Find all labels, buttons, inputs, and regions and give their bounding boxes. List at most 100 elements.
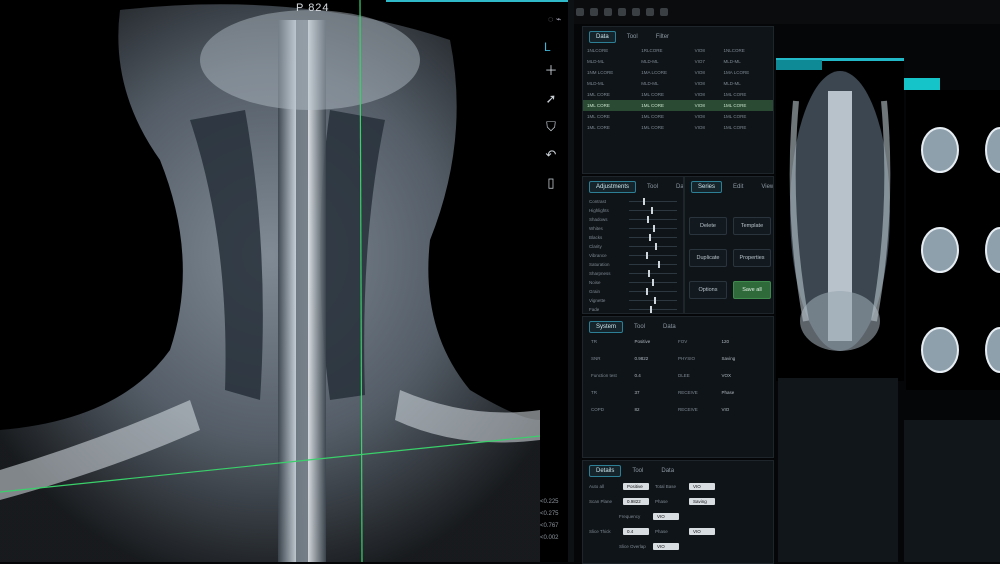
menu-icon-4[interactable] <box>618 8 626 16</box>
slider-knob[interactable] <box>653 225 655 232</box>
details-field[interactable]: VIO <box>689 528 715 535</box>
tab-adjustments[interactable]: Adjustments <box>589 181 637 193</box>
duplicate-button[interactable]: Duplicate <box>689 249 727 267</box>
slider-track[interactable] <box>629 297 677 304</box>
slider-track[interactable] <box>629 270 677 277</box>
details-field[interactable]: 0.4 <box>623 528 649 535</box>
slider-track[interactable] <box>629 207 677 214</box>
slider-row: Clarity <box>589 242 677 251</box>
tab-details[interactable]: Details <box>589 465 622 477</box>
rotate-icon[interactable]: ⛉ <box>542 118 560 136</box>
details-field[interactable]: VIO <box>689 483 715 490</box>
slider-knob[interactable] <box>652 279 655 286</box>
details-row: Frequency VIO <box>583 509 773 524</box>
slider-track[interactable] <box>629 279 677 286</box>
details-field[interactable]: 0.9822 <box>623 498 649 505</box>
series-cell: 1ML CORE <box>723 114 747 119</box>
series-row[interactable]: 1NM LCORE 1MA LCORE VIO8 1MA LCORE <box>583 67 773 78</box>
slider-knob[interactable] <box>650 207 653 214</box>
tab-series[interactable]: Series <box>691 181 723 193</box>
slider-label: Sharpness <box>589 271 611 276</box>
tab-filter[interactable]: Filter <box>649 31 676 43</box>
series-row[interactable]: 1NLCORE 1RLCORE VIO8 1NLCORE <box>583 45 773 56</box>
tab-system[interactable]: System <box>589 321 624 333</box>
slider-knob[interactable] <box>643 198 646 205</box>
tab-data[interactable]: Data <box>589 31 616 43</box>
undo-icon[interactable]: ↶ <box>542 146 560 164</box>
details-field[interactable]: Positive <box>623 483 649 490</box>
slider-track[interactable] <box>629 234 677 241</box>
slider-knob[interactable] <box>645 252 648 259</box>
axial-tab[interactable] <box>904 78 940 90</box>
slider-track[interactable] <box>629 243 677 250</box>
details-field[interactable]: VIO <box>653 513 679 520</box>
trash-icon[interactable]: ▯ <box>542 174 560 192</box>
plus-icon[interactable]: ＋ <box>542 62 560 80</box>
properties-button[interactable]: Properties <box>733 249 771 267</box>
template-button[interactable]: Template <box>733 217 771 235</box>
tab-data[interactable]: Data <box>654 465 681 477</box>
menu-icon-5[interactable] <box>632 8 640 16</box>
slider-track[interactable] <box>629 288 677 295</box>
series-row[interactable]: MLD-ML MLD-ML VIO7 MLD-ML <box>583 56 773 67</box>
menu-icon-7[interactable] <box>660 8 668 16</box>
mri-viewer[interactable]: P 824 ◌ ⌁ L ＋ ➚ ⛉ ↶ ▯ <0.225 <0.275 <0.7… <box>0 0 568 562</box>
system-cell: TR <box>591 390 597 395</box>
slider-row: Grain <box>589 287 677 296</box>
menu-icon-3[interactable] <box>604 8 612 16</box>
cursor-icon[interactable]: ➚ <box>542 90 560 108</box>
menu-icon-1[interactable] <box>576 8 584 16</box>
series-row[interactable]: 1ML CORE 1ML CORE VIO8 1ML CORE <box>583 100 773 111</box>
cervical-spine-scan <box>0 0 540 562</box>
tab-edit[interactable]: Edit <box>726 181 750 193</box>
series-row[interactable]: 1ML CORE 1ML CORE VIO8 1ML CORE <box>583 89 773 100</box>
slider-knob[interactable] <box>650 306 653 313</box>
tab-tool[interactable]: Tool <box>627 321 652 333</box>
slider-track[interactable] <box>629 198 677 205</box>
details-label: Phase <box>655 529 668 534</box>
tab-data[interactable]: Data <box>656 321 683 333</box>
axial-preview[interactable] <box>906 90 1000 390</box>
slider-knob[interactable] <box>647 216 650 223</box>
slider-knob[interactable] <box>649 234 652 241</box>
details-field[interactable]: VIO <box>653 543 679 550</box>
window-controls[interactable]: ◌ ⌁ <box>548 14 561 25</box>
system-cell: COPD <box>591 407 605 412</box>
series-row[interactable]: 1ML CORE 1ML CORE VIO8 1ML CORE <box>583 122 773 133</box>
coronal-preview[interactable] <box>776 58 904 381</box>
system-cell: VOX <box>721 373 732 378</box>
series-row[interactable]: MLD-ML MLD-ML VIO8 MLD-ML <box>583 78 773 89</box>
slider-knob[interactable] <box>657 261 660 268</box>
slider-knob[interactable] <box>646 288 649 295</box>
slider-track[interactable] <box>629 225 677 232</box>
coronal-tab[interactable] <box>776 60 822 70</box>
menu-icon-6[interactable] <box>646 8 654 16</box>
brain-slices-image <box>906 90 1000 390</box>
delete-button[interactable]: Delete <box>689 217 727 235</box>
slider-track[interactable] <box>629 306 677 313</box>
slider-knob[interactable] <box>655 243 658 250</box>
details-field[interactable]: Saving <box>689 498 715 505</box>
tab-data[interactable]: Data <box>669 181 683 193</box>
series-cell: 1ML CORE <box>587 114 610 119</box>
tab-tool[interactable]: Tool <box>625 465 650 477</box>
menu-icon-2[interactable] <box>590 8 598 16</box>
series-cell: 1MA LCORE <box>723 70 750 75</box>
series-cell: VIO8 <box>694 92 705 97</box>
series-cell: 1ML CORE <box>587 125 610 130</box>
options-button[interactable]: Options <box>689 281 727 299</box>
series-cell: 1ML CORE <box>583 100 638 111</box>
slider-track[interactable] <box>629 252 677 259</box>
slider-track[interactable] <box>629 261 677 268</box>
series-row[interactable]: 1ML CORE 1ML CORE VIO8 1ML CORE <box>583 111 773 122</box>
save-all-button[interactable]: Save all <box>733 281 771 299</box>
coord-3: <0.002 <box>540 535 559 541</box>
slider-knob[interactable] <box>648 270 651 277</box>
slider-knob[interactable] <box>653 297 656 304</box>
tab-tool[interactable]: Tool <box>640 181 665 193</box>
tab-tool[interactable]: Tool <box>620 31 645 43</box>
slider-track[interactable] <box>629 216 677 223</box>
system-cell: RECEIVE <box>678 407 698 412</box>
tab-view[interactable]: View <box>754 181 773 193</box>
system-cell: DLEE <box>678 373 690 378</box>
